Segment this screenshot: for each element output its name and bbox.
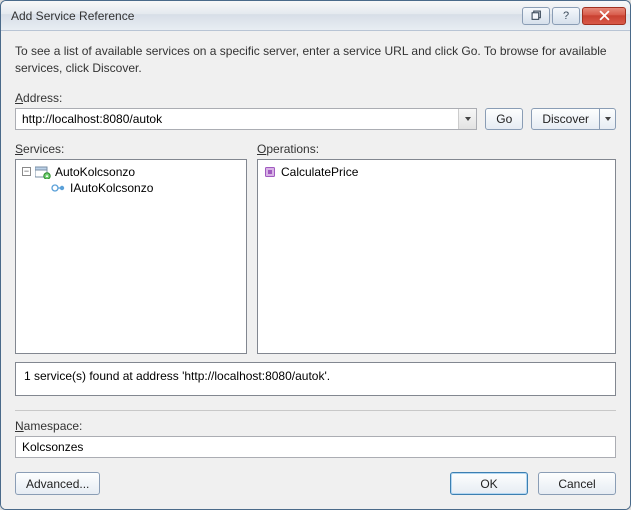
close-button[interactable]: [582, 7, 626, 25]
close-icon: [599, 10, 610, 21]
operations-list[interactable]: CalculatePrice: [257, 159, 616, 354]
discover-dropdown-button[interactable]: [600, 108, 616, 130]
discover-button[interactable]: Discover: [531, 108, 600, 130]
operation-item[interactable]: CalculatePrice: [262, 164, 611, 180]
operation-label: CalculatePrice: [281, 165, 358, 179]
window-title: Add Service Reference: [11, 9, 134, 23]
service-icon: [35, 165, 51, 179]
dialog-window: Add Service Reference ? To see a list of…: [0, 0, 631, 510]
status-box: 1 service(s) found at address 'http://lo…: [15, 362, 616, 396]
namespace-label: Namespace:: [15, 419, 616, 433]
operations-label: Operations:: [257, 142, 616, 156]
address-dropdown-button[interactable]: [458, 109, 476, 129]
go-button[interactable]: Go: [485, 108, 523, 130]
services-tree-root-label: AutoKolcsonzo: [55, 165, 135, 179]
titlebar[interactable]: Add Service Reference ?: [1, 1, 630, 31]
services-tree-child[interactable]: IAutoKolcsonzo: [20, 180, 242, 196]
intro-text: To see a list of available services on a…: [15, 43, 616, 77]
separator: [15, 410, 616, 411]
discover-split-button: Discover: [531, 108, 616, 130]
restore-icon: [531, 10, 542, 21]
status-text: 1 service(s) found at address 'http://lo…: [24, 369, 330, 383]
collapse-icon[interactable]: −: [22, 167, 31, 176]
address-input[interactable]: [16, 109, 458, 129]
chevron-down-icon: [604, 115, 612, 123]
services-tree-root[interactable]: − AutoKolcsonzo: [20, 164, 242, 180]
help-icon: ?: [563, 10, 569, 22]
address-combo[interactable]: [15, 108, 477, 130]
services-tree-child-label: IAutoKolcsonzo: [70, 181, 153, 195]
namespace-input[interactable]: [15, 436, 616, 458]
address-label: Address:: [15, 91, 616, 105]
ok-button[interactable]: OK: [450, 472, 528, 495]
advanced-button[interactable]: Advanced...: [15, 472, 100, 495]
services-tree[interactable]: − AutoKolcsonzo: [15, 159, 247, 354]
operation-icon: [264, 166, 276, 178]
help-button[interactable]: ?: [552, 7, 580, 25]
cancel-button[interactable]: Cancel: [538, 472, 616, 495]
client-area: To see a list of available services on a…: [1, 31, 630, 509]
interface-icon: [50, 181, 66, 195]
chevron-down-icon: [464, 115, 472, 123]
restore-button[interactable]: [522, 7, 550, 25]
services-label: Services:: [15, 142, 247, 156]
